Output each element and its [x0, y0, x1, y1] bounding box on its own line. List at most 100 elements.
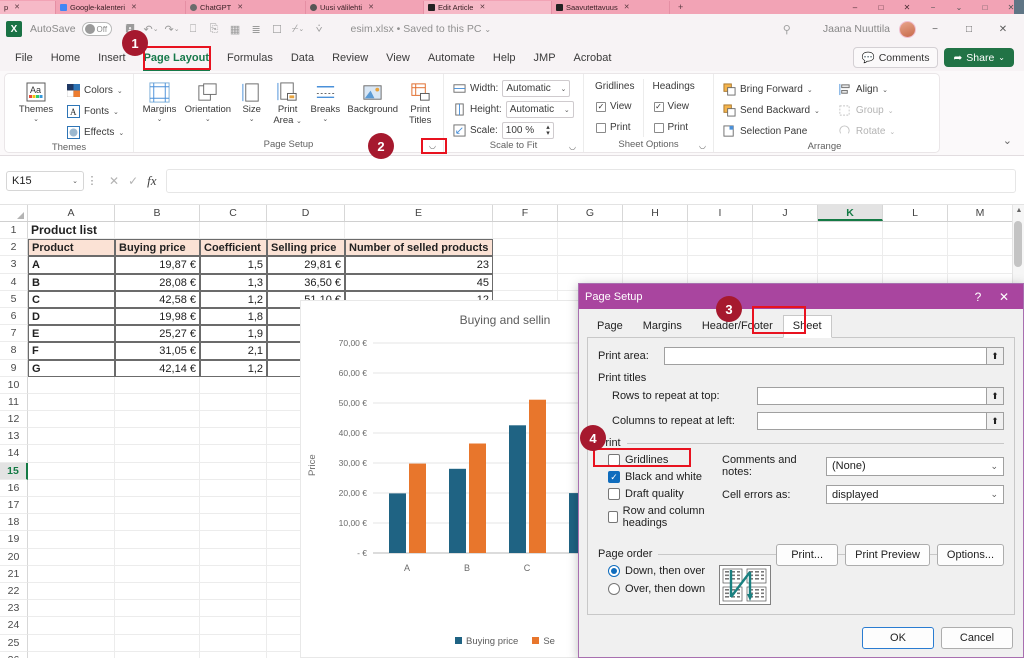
sheet-options-dialog-launcher[interactable]: ◡: [699, 141, 706, 150]
chevron-down-icon[interactable]: ⌄: [322, 116, 328, 123]
row-header[interactable]: 11: [0, 393, 28, 412]
browser-tab[interactable]: Uusi välilehti ✕: [306, 0, 424, 14]
close-icon[interactable]: ✕: [131, 3, 137, 11]
browser-tab[interactable]: Saavutettavuus ✕: [552, 0, 670, 14]
cell[interactable]: [115, 531, 200, 549]
print-preview-button[interactable]: Print Preview: [845, 544, 930, 566]
browser-tab[interactable]: p ✕: [0, 0, 56, 14]
print-button[interactable]: Print...: [776, 544, 839, 566]
more-options-icon[interactable]: ⋮: [84, 174, 100, 187]
cell-errors-select[interactable]: displayed ⌄: [826, 485, 1004, 504]
cell-k3[interactable]: [818, 256, 883, 274]
row-header[interactable]: 12: [0, 411, 28, 429]
cell-c1[interactable]: [200, 222, 267, 240]
background-button[interactable]: Background: [345, 77, 400, 118]
cell[interactable]: [115, 376, 200, 394]
column-header-k[interactable]: K: [818, 205, 883, 221]
column-header-i[interactable]: I: [688, 205, 753, 221]
cell[interactable]: [200, 600, 267, 618]
cell-c9[interactable]: 1,2: [200, 359, 267, 377]
scale-spinner[interactable]: 100 % ▴ ▾: [501, 122, 554, 139]
cell-b4[interactable]: 28,08 €: [115, 273, 200, 291]
chevron-down-icon[interactable]: ⌄: [113, 108, 119, 116]
collapse-ribbon-button[interactable]: ⌄: [1003, 134, 1012, 147]
cancel-button[interactable]: Cancel: [941, 627, 1013, 649]
row-column-headings-checkbox[interactable]: Row and column headings: [608, 505, 722, 529]
redo-icon[interactable]: ↷ ⌄: [163, 20, 182, 39]
ok-button[interactable]: OK: [862, 627, 934, 649]
row-header-active[interactable]: 15: [0, 462, 28, 480]
confirm-icon[interactable]: ✓: [128, 174, 138, 188]
chevron-down-icon[interactable]: ⌄: [33, 116, 39, 123]
cell-c2[interactable]: Coefficient: [200, 239, 267, 257]
cell[interactable]: [28, 634, 115, 652]
dialog-tab-margins[interactable]: Margins: [633, 315, 692, 338]
cell-d1[interactable]: [267, 222, 345, 240]
row-header[interactable]: 26: [0, 651, 28, 658]
cell[interactable]: [115, 548, 200, 566]
cell[interactable]: [28, 531, 115, 549]
cell-a5[interactable]: C: [28, 290, 115, 308]
cell-f2[interactable]: [493, 239, 558, 257]
cell[interactable]: [115, 617, 200, 635]
cell-h3[interactable]: [623, 256, 688, 274]
scrollbar-thumb[interactable]: [1014, 221, 1022, 267]
browser-tab[interactable]: Edit Article ✕: [424, 0, 552, 14]
cell[interactable]: [200, 617, 267, 635]
cell-e2[interactable]: Number of selled products: [345, 239, 493, 257]
more-commands-icon[interactable]: ⩒: [310, 20, 329, 39]
cell-c5[interactable]: 1,2: [200, 290, 267, 308]
cell[interactable]: [200, 393, 267, 412]
cell[interactable]: [115, 565, 200, 583]
column-header-j[interactable]: J: [753, 205, 818, 221]
table-icon[interactable]: ▦: [226, 20, 245, 39]
legend-item-buying[interactable]: Buying price: [455, 636, 518, 647]
cell-b2[interactable]: Buying price: [115, 239, 200, 257]
close-icon[interactable]: ✕: [479, 3, 485, 11]
print-icon[interactable]: ⎘: [205, 20, 224, 39]
browser-tab[interactable]: Google-kalenteri ✕: [56, 0, 186, 14]
row-header[interactable]: 2: [0, 239, 28, 257]
cell[interactable]: [28, 462, 115, 480]
column-header-c[interactable]: C: [200, 205, 267, 221]
tab-jmp[interactable]: JMP: [525, 48, 565, 68]
page-order-down-then-over-radio[interactable]: Down, then over: [608, 565, 705, 577]
close-icon[interactable]: ✕: [14, 3, 20, 11]
cell[interactable]: [28, 548, 115, 566]
row-header[interactable]: 16: [0, 479, 28, 497]
avatar[interactable]: [899, 20, 916, 38]
browser-tab[interactable]: ChatGPT ✕: [186, 0, 306, 14]
column-header-g[interactable]: G: [558, 205, 623, 221]
cell[interactable]: [200, 411, 267, 429]
cell[interactable]: [200, 428, 267, 446]
cell-c8[interactable]: 2,1: [200, 342, 267, 360]
cell[interactable]: [115, 600, 200, 618]
cell[interactable]: [200, 531, 267, 549]
cell-g1[interactable]: [558, 222, 623, 240]
cell[interactable]: [28, 514, 115, 532]
selection-pane-button[interactable]: Selection Pane: [719, 122, 823, 141]
row-header[interactable]: 9: [0, 359, 28, 377]
spinner-arrows-icon[interactable]: ▴ ▾: [546, 124, 550, 137]
tab-home[interactable]: Home: [42, 48, 89, 68]
cell-f1[interactable]: [493, 222, 558, 240]
column-header-b[interactable]: B: [115, 205, 200, 221]
cell-a7[interactable]: E: [28, 325, 115, 343]
page-order-over-then-down-radio[interactable]: Over, then down: [608, 583, 705, 595]
range-picker-icon[interactable]: ⬆: [986, 412, 1004, 430]
cell[interactable]: [200, 514, 267, 532]
width-select[interactable]: Automatic ⌄: [502, 80, 571, 97]
cell-j1[interactable]: [753, 222, 818, 240]
cell[interactable]: [200, 651, 267, 658]
cell-i2[interactable]: [688, 239, 753, 257]
cell-f3[interactable]: [493, 256, 558, 274]
close-icon[interactable]: ✕: [894, 3, 920, 12]
column-header-m[interactable]: M: [948, 205, 1013, 221]
chevron-down-icon[interactable]: ⌄: [118, 129, 124, 137]
document-name[interactable]: esim.xlsx • Saved to this PC ⌄: [351, 23, 492, 35]
autosave-toggle[interactable]: Off: [81, 22, 112, 36]
cell[interactable]: [28, 600, 115, 618]
tab-acrobat[interactable]: Acrobat: [565, 48, 621, 68]
cell[interactable]: [28, 617, 115, 635]
cell-b3[interactable]: 19,87 €: [115, 256, 200, 274]
